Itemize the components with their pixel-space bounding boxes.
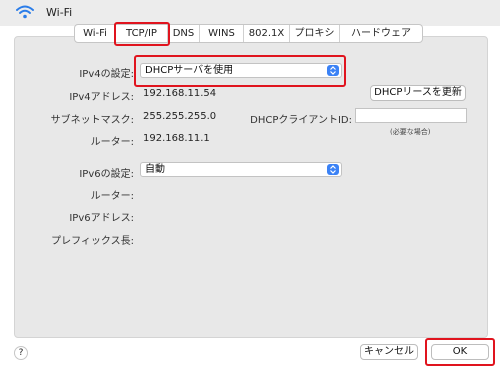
ipv4-router-label: ルーター: (90, 137, 134, 148)
ipv4-config-label: IPv4の設定: (79, 69, 134, 80)
window-title: Wi-Fi (46, 6, 73, 19)
ipv4-router-value: 192.168.11.1 (143, 133, 210, 144)
cancel-button[interactable]: キャンセル (360, 344, 418, 360)
highlight-ipv4-config (134, 55, 346, 87)
tab-dns[interactable]: DNS (168, 25, 200, 42)
ipv6-router-label: ルーター: (90, 191, 134, 202)
dhcp-client-id-field[interactable] (355, 108, 467, 123)
ipv6-config-label: IPv6の設定: (79, 169, 134, 180)
ipv4-address-value: 192.168.11.54 (143, 88, 217, 99)
ipv6-address-label: IPv6アドレス: (69, 213, 134, 224)
dhcp-client-id-hint: (必要な場合) (390, 128, 431, 136)
subnet-mask-value: 255.255.255.0 (143, 111, 217, 122)
tab-hardware[interactable]: ハードウェア (340, 25, 422, 42)
tab-wins[interactable]: WINS (200, 25, 244, 42)
tab-proxy[interactable]: プロキシ (290, 25, 340, 42)
ipv6-prefix-label: プレフィックス長: (51, 236, 134, 247)
ipv6-config-value: 自動 (145, 164, 165, 175)
tab-wifi[interactable]: Wi-Fi (75, 25, 116, 42)
chevron-updown-icon (327, 164, 339, 175)
title-bar: Wi-Fi (0, 0, 500, 26)
subnet-mask-label: サブネットマスク: (50, 115, 134, 126)
highlight-ok-button (425, 338, 495, 366)
ipv4-address-label: IPv4アドレス: (69, 92, 134, 103)
highlight-tcpip-tab (114, 22, 170, 46)
tab-8021x[interactable]: 802.1X (244, 25, 290, 42)
dhcp-client-id-label: DHCPクライアントID: (250, 115, 352, 126)
renew-dhcp-lease-button[interactable]: DHCPリースを更新 (370, 85, 466, 101)
help-button[interactable]: ? (14, 346, 28, 360)
wifi-icon (16, 5, 34, 19)
ipv6-config-select[interactable]: 自動 (140, 162, 342, 177)
